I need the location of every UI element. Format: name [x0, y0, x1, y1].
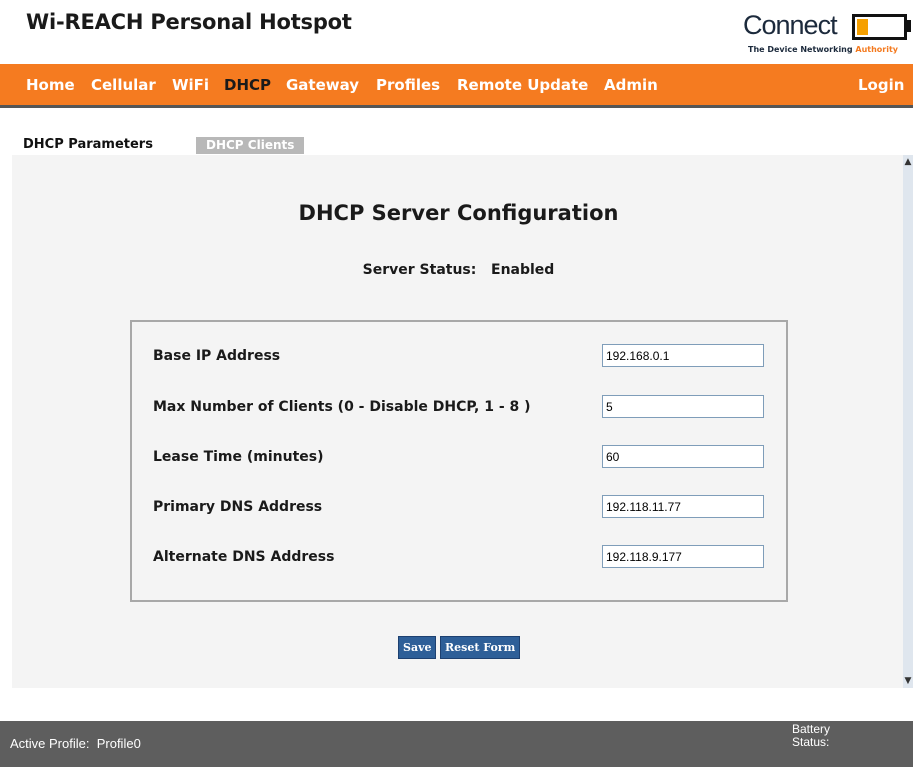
dhcp-settings-form: Base IP Address Max Number of Clients (0…: [130, 320, 788, 602]
active-profile-label: Active Profile:: [10, 736, 90, 751]
battery-level-fill: [857, 19, 868, 35]
lease-time-input[interactable]: [602, 445, 764, 468]
alternate-dns-input[interactable]: [602, 545, 764, 568]
app-title: Wi-REACH Personal Hotspot: [26, 10, 352, 34]
page-title: DHCP Server Configuration: [298, 201, 619, 225]
max-clients-label: Max Number of Clients (0 - Disable DHCP,…: [153, 399, 531, 415]
base-ip-label: Base IP Address: [153, 348, 281, 364]
login-link[interactable]: Login: [858, 76, 904, 94]
server-status-value: Enabled: [491, 262, 555, 278]
base-ip-input[interactable]: [602, 344, 764, 367]
save-button[interactable]: Save: [398, 636, 437, 659]
nav-wifi[interactable]: WiFi: [172, 76, 209, 94]
server-status-label: Server Status:: [362, 262, 477, 278]
main-nav: Home Cellular WiFi DHCP Gateway Profiles…: [0, 64, 913, 108]
content-panel: DHCP Server Configuration Server Status:…: [12, 155, 905, 688]
primary-dns-input[interactable]: [602, 495, 764, 518]
nav-remote-update[interactable]: Remote Update: [457, 76, 588, 94]
tab-dhcp-parameters[interactable]: DHCP Parameters: [23, 137, 153, 155]
battery-tip-icon: [907, 20, 911, 32]
battery-icon: [852, 14, 907, 40]
primary-dns-label: Primary DNS Address: [153, 499, 323, 515]
nav-gateway[interactable]: Gateway: [286, 76, 359, 94]
active-profile-value: Profile0: [96, 736, 141, 751]
active-profile: Active Profile: Profile0: [10, 736, 141, 751]
server-status: Server Status: Enabled: [12, 262, 905, 278]
tab-dhcp-clients[interactable]: DHCP Clients: [196, 137, 305, 154]
status-footer: Active Profile: Profile0 Battery Status:: [0, 721, 913, 767]
logo-tagline: The Device Networking Authority: [748, 45, 899, 54]
scroll-up-arrow-icon[interactable]: ▲: [903, 155, 913, 169]
nav-home[interactable]: Home: [26, 76, 75, 94]
lease-time-label: Lease Time (minutes): [153, 449, 324, 465]
nav-cellular[interactable]: Cellular: [91, 76, 156, 94]
nav-profiles[interactable]: Profiles: [376, 76, 440, 94]
battery-status-label: Battery Status:: [792, 722, 831, 749]
max-clients-input[interactable]: [602, 395, 764, 418]
scroll-down-arrow-icon[interactable]: ▼: [903, 674, 913, 688]
reset-form-button[interactable]: Reset Form: [440, 636, 521, 659]
nav-admin[interactable]: Admin: [604, 76, 658, 94]
alternate-dns-label: Alternate DNS Address: [153, 549, 335, 565]
vertical-scrollbar[interactable]: ▲ ▼: [903, 155, 913, 688]
nav-dhcp[interactable]: DHCP: [224, 76, 271, 94]
